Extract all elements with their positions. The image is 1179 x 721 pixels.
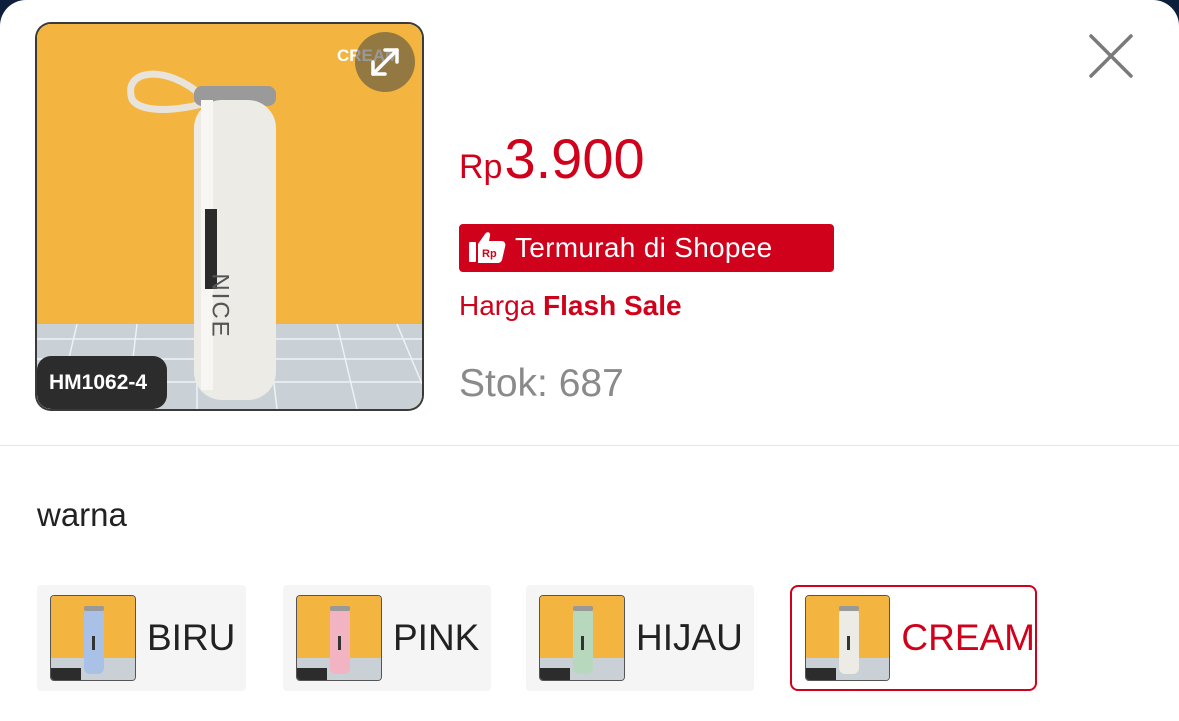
badge-text: Termurah di Shopee: [515, 232, 773, 263]
flash-sale-bold: Flash Sale: [543, 290, 682, 321]
variant-thumbnail: [540, 596, 624, 680]
variant-option-hijau[interactable]: HIJAU: [526, 585, 754, 691]
variant-name: PINK: [393, 617, 480, 658]
variant-thumbnail: [806, 596, 890, 680]
variant-option-pink[interactable]: PINK: [283, 585, 491, 691]
flash-sale-prefix: Harga: [459, 290, 536, 321]
flash-sale-label: Harga Flash Sale: [459, 290, 682, 322]
variant-thumbnail: [51, 596, 135, 680]
lowest-price-badge: Rp Termurah di Shopee: [459, 224, 834, 272]
stock-count: Stok: 687: [459, 362, 624, 405]
image-code-label: HM1062-4: [49, 371, 148, 394]
price-currency: Rp: [459, 148, 503, 186]
variation-label: warna: [37, 496, 127, 533]
variant-option-biru[interactable]: BIRU: [37, 585, 246, 691]
variant-name: BIRU: [147, 617, 236, 658]
close-icon: [1089, 34, 1133, 78]
svg-text:Rp: Rp: [482, 248, 497, 260]
variant-thumbnail: [297, 596, 381, 680]
price-amount: 3.900: [504, 127, 645, 190]
thumbs-up-rp-icon: Rp: [459, 224, 515, 272]
variant-name: HIJAU: [636, 617, 743, 658]
variant-name: CREAM: [901, 617, 1035, 658]
image-bottle-text: NICE: [206, 273, 234, 339]
expand-image-button[interactable]: [355, 32, 415, 92]
divider: [0, 445, 1179, 446]
price: Rp 3.900: [459, 126, 645, 191]
close-button[interactable]: [1085, 30, 1137, 82]
variation-sheet: CREAM NICE HM1062-4 Rp 3.900: [0, 0, 1179, 721]
expand-arrows-icon: [371, 48, 399, 76]
variant-option-cream[interactable]: CREAM: [790, 585, 1037, 691]
